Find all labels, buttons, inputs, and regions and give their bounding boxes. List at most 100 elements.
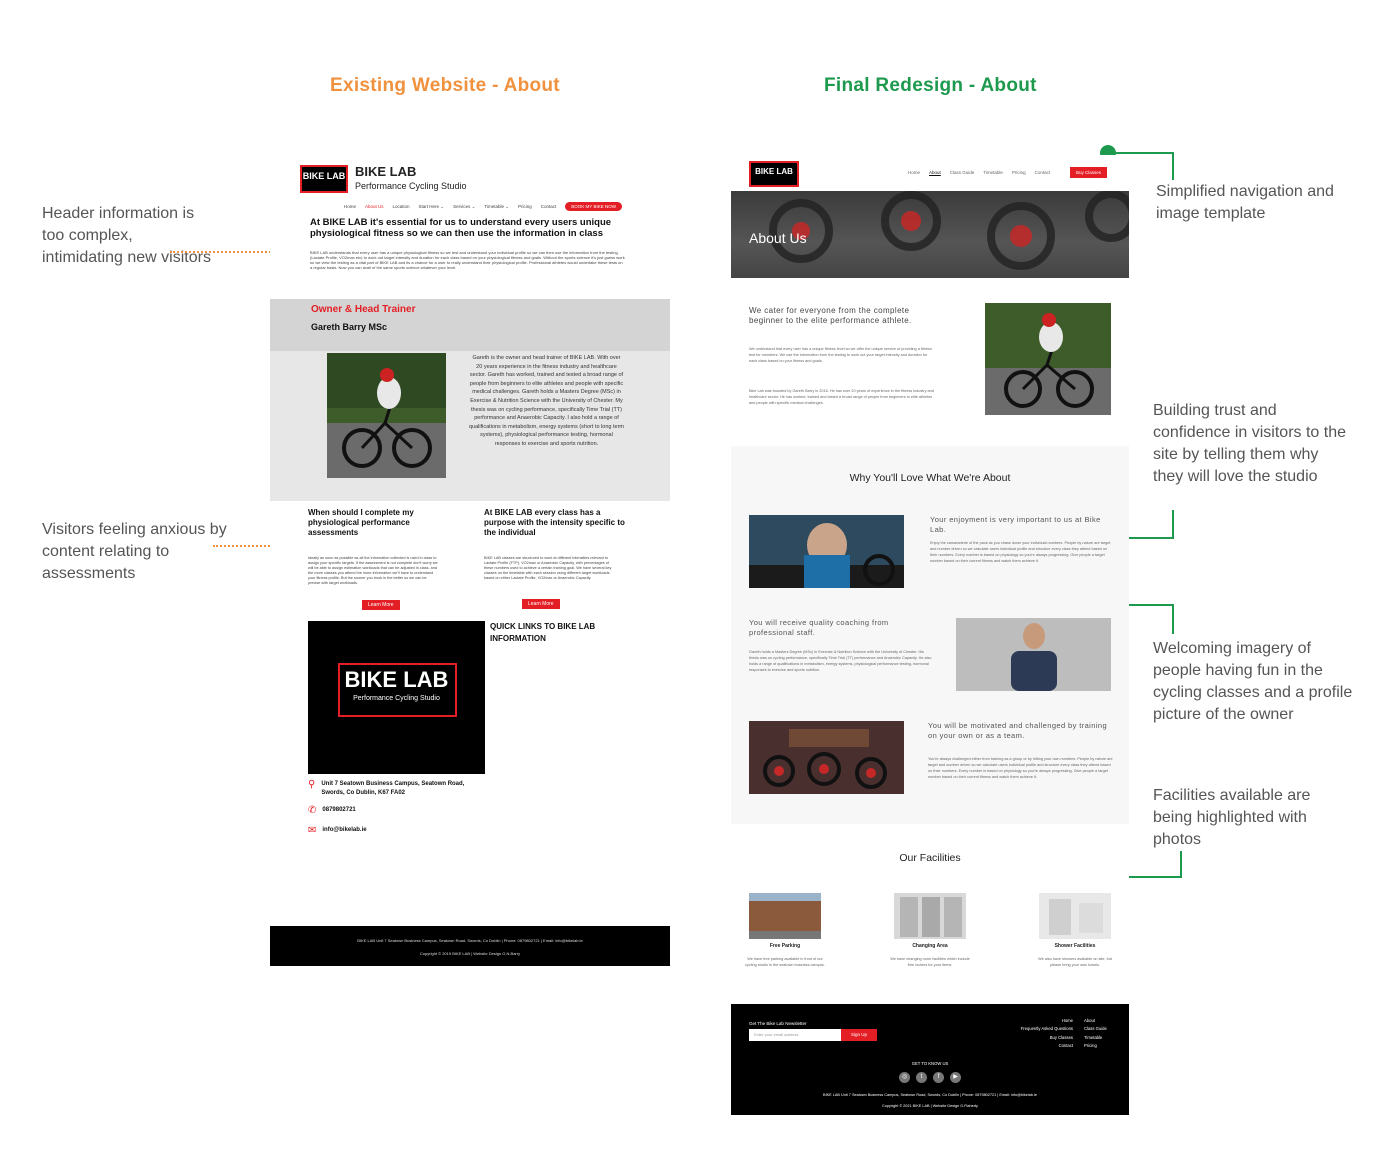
final-redesign-heading: Final Redesign - About xyxy=(824,75,1037,96)
nav-item-contact[interactable]: Contact xyxy=(541,204,557,209)
old-footer-address: BIKE LAB Unit 7 Seatown Business Campus,… xyxy=(357,938,583,943)
bike-lab-logo[interactable]: BIKE LAB xyxy=(749,161,799,187)
phone-text[interactable]: 0879802721 xyxy=(322,806,355,816)
facility-parking-desc: We have free parking available in front … xyxy=(745,957,825,967)
intro-paragraph-2: Bike Lab was founded by Gareth Barry in … xyxy=(749,389,934,405)
group-class-photo xyxy=(749,721,904,794)
footer-links-right: About Class Guide Timetable Pricing xyxy=(1084,1017,1107,1050)
assessment-text: Ideally as soon as possible as all the i… xyxy=(308,556,438,585)
intro-heading: We cater for everyone from the complete … xyxy=(749,306,912,325)
large-logo-text: BIKE LAB xyxy=(344,667,449,692)
footer-link-home[interactable]: Home xyxy=(991,1017,1073,1025)
old-footer-copyright: Copyright © 2019 BIKE LAB | Website Desi… xyxy=(419,951,521,956)
facilities-title: Our Facilities xyxy=(899,852,961,864)
facility-parking-name: Free Parking xyxy=(769,943,801,949)
why-title: Why You'll Love What We're About xyxy=(849,472,1011,484)
learn-more-button[interactable]: Learn More xyxy=(362,600,400,610)
newsletter-label: Get The Bike Lab Newsletter xyxy=(749,1021,807,1026)
footer-link-contact[interactable]: Contact xyxy=(991,1042,1073,1050)
nav-item-home[interactable]: Home xyxy=(344,204,356,209)
annotation-simplified-nav: Simplified navigation and image template xyxy=(1156,183,1334,222)
nav-item-contact[interactable]: Contact xyxy=(1035,170,1051,175)
existing-website-heading: Existing Website - About xyxy=(330,75,560,96)
annotation-anxious: Visitors feeling anxious by content rela… xyxy=(42,521,227,582)
cyclist-photo xyxy=(327,353,446,478)
buy-classes-button[interactable]: Buy Classes xyxy=(1070,167,1108,178)
nav-item-pricing[interactable]: Pricing xyxy=(1012,170,1026,175)
class-purpose-heading: At BIKE LAB every class has a purpose wi… xyxy=(484,508,625,537)
email-row: ✉ info@bikelab.ie xyxy=(308,826,367,836)
feature-motivation-text: You're always challenged either from tra… xyxy=(928,757,1113,779)
footer-link-class-guide[interactable]: Class Guide xyxy=(1084,1025,1107,1033)
new-footer: Get The Bike Lab Newsletter Enter your e… xyxy=(731,1004,1129,1115)
get-to-know-label: GET TO KNOW US xyxy=(911,1061,949,1066)
footer-link-timetable[interactable]: Timetable xyxy=(1084,1034,1107,1042)
cyclist-photo xyxy=(985,303,1111,415)
instagram-icon[interactable]: ◎ xyxy=(899,1072,910,1083)
brand-tagline: Performance Cycling Studio xyxy=(355,181,467,191)
quick-links-heading: QUICK LINKS TO BIKE LAB INFORMATION xyxy=(490,622,596,643)
spin-class-photo xyxy=(749,515,904,588)
nav-item-pricing[interactable]: Pricing xyxy=(518,204,532,209)
address-text: Unit 7 Seatown Business Campus, Seatown … xyxy=(321,781,465,796)
twitter-icon[interactable]: t xyxy=(916,1072,927,1083)
old-footer: BIKE LAB Unit 7 Seatown Business Campus,… xyxy=(270,926,670,966)
phone-icon: ✆ xyxy=(308,805,317,816)
feature-enjoyment-heading: Your enjoyment is very important to us a… xyxy=(930,515,1101,534)
annotation-connector xyxy=(1172,152,1174,180)
why-section: Why You'll Love What We're About Your en… xyxy=(731,446,1129,824)
annotation-connector xyxy=(1180,851,1182,878)
annotation-header-complex: Header information is too complex, intim… xyxy=(42,205,211,266)
owner-profile-photo xyxy=(956,618,1111,691)
nav-item-timetable[interactable]: Timetable ⌄ xyxy=(484,204,509,210)
feature-motivation-heading: You will be motivated and challenged by … xyxy=(928,721,1108,740)
nav-item-timetable[interactable]: Timetable xyxy=(983,170,1003,175)
new-nav: Home About Class Guide Timetable Pricing… xyxy=(908,170,1050,175)
shower-photo xyxy=(1039,893,1111,939)
nav-item-about[interactable]: About Us xyxy=(365,204,384,209)
existing-site-mockup: BIKE LAB BIKE LAB Performance Cycling St… xyxy=(270,160,670,966)
feature-enjoyment-text: Enjoy the camaraderie of the pack as you… xyxy=(930,541,1111,563)
nav-item-class-guide[interactable]: Class Guide xyxy=(950,170,975,175)
intro-paragraph-1: We understand that every user has a uniq… xyxy=(749,347,932,363)
brand-name: BIKE LAB xyxy=(355,164,417,179)
phone-row: ✆ 0879802721 xyxy=(308,806,356,816)
footer-link-about[interactable]: About xyxy=(1084,1017,1107,1025)
youtube-icon[interactable]: ▶ xyxy=(950,1072,961,1083)
intro-heading: At BIKE LAB it's essential for us to und… xyxy=(310,217,612,239)
sign-up-button[interactable]: Sign Up xyxy=(841,1029,877,1041)
hero-title: About Us xyxy=(749,230,807,246)
bike-lab-logo[interactable]: BIKE LAB xyxy=(300,165,348,193)
annotation-connector xyxy=(1116,152,1173,154)
location-pin-icon: ⚲ xyxy=(308,779,316,790)
nav-item-about[interactable]: About xyxy=(929,170,941,175)
footer-link-faq[interactable]: Frequently Asked Questions xyxy=(991,1025,1073,1033)
hero-banner: About Us xyxy=(731,191,1129,278)
nav-item-services[interactable]: Services ⌄ xyxy=(453,204,475,210)
facebook-icon[interactable]: f xyxy=(933,1072,944,1083)
owner-title: Owner & Head Trainer xyxy=(311,304,416,315)
nav-item-location[interactable]: Location xyxy=(393,204,410,209)
nav-item-start-here[interactable]: Start Here ⌄ xyxy=(419,204,445,210)
facility-shower-name: Shower Facilities xyxy=(1054,943,1096,949)
owner-name: Gareth Barry MSc xyxy=(311,322,388,332)
class-purpose-text: BIKE LAB classes are structured to work … xyxy=(484,556,612,580)
learn-more-button[interactable]: Learn More xyxy=(522,599,560,609)
book-bike-button[interactable]: BOOK MY BIKE NOW xyxy=(565,202,622,211)
email-text[interactable]: info@bikelab.ie xyxy=(322,826,366,836)
assessment-question: When should I complete my physiological … xyxy=(308,508,414,537)
large-logo-tagline: Performance Cycling Studio xyxy=(353,695,440,702)
footer-link-pricing[interactable]: Pricing xyxy=(1084,1042,1107,1050)
newsletter-email-input[interactable]: Enter your email address xyxy=(749,1029,841,1041)
intro-text: BIKE LAB understands that every user has… xyxy=(310,250,625,270)
annotation-welcoming: Welcoming imagery of people having fun i… xyxy=(1153,640,1353,723)
mail-icon: ✉ xyxy=(308,825,317,836)
annotation-facilities: Facilities available are being highlight… xyxy=(1153,787,1311,848)
footer-address: BIKE LAB Unit 7 Seatown Business Campus,… xyxy=(823,1093,1037,1097)
large-logo: BIKE LAB Performance Cycling Studio xyxy=(308,621,485,774)
footer-copyright: Copyright © 2021 BIKE LAB | Website Desi… xyxy=(882,1104,978,1108)
parking-photo xyxy=(749,893,821,939)
owner-bio: Gareth is the owner and head trainer of … xyxy=(469,355,624,447)
footer-link-buy-classes[interactable]: Buy Classes xyxy=(991,1034,1073,1042)
nav-item-home[interactable]: Home xyxy=(908,170,920,175)
